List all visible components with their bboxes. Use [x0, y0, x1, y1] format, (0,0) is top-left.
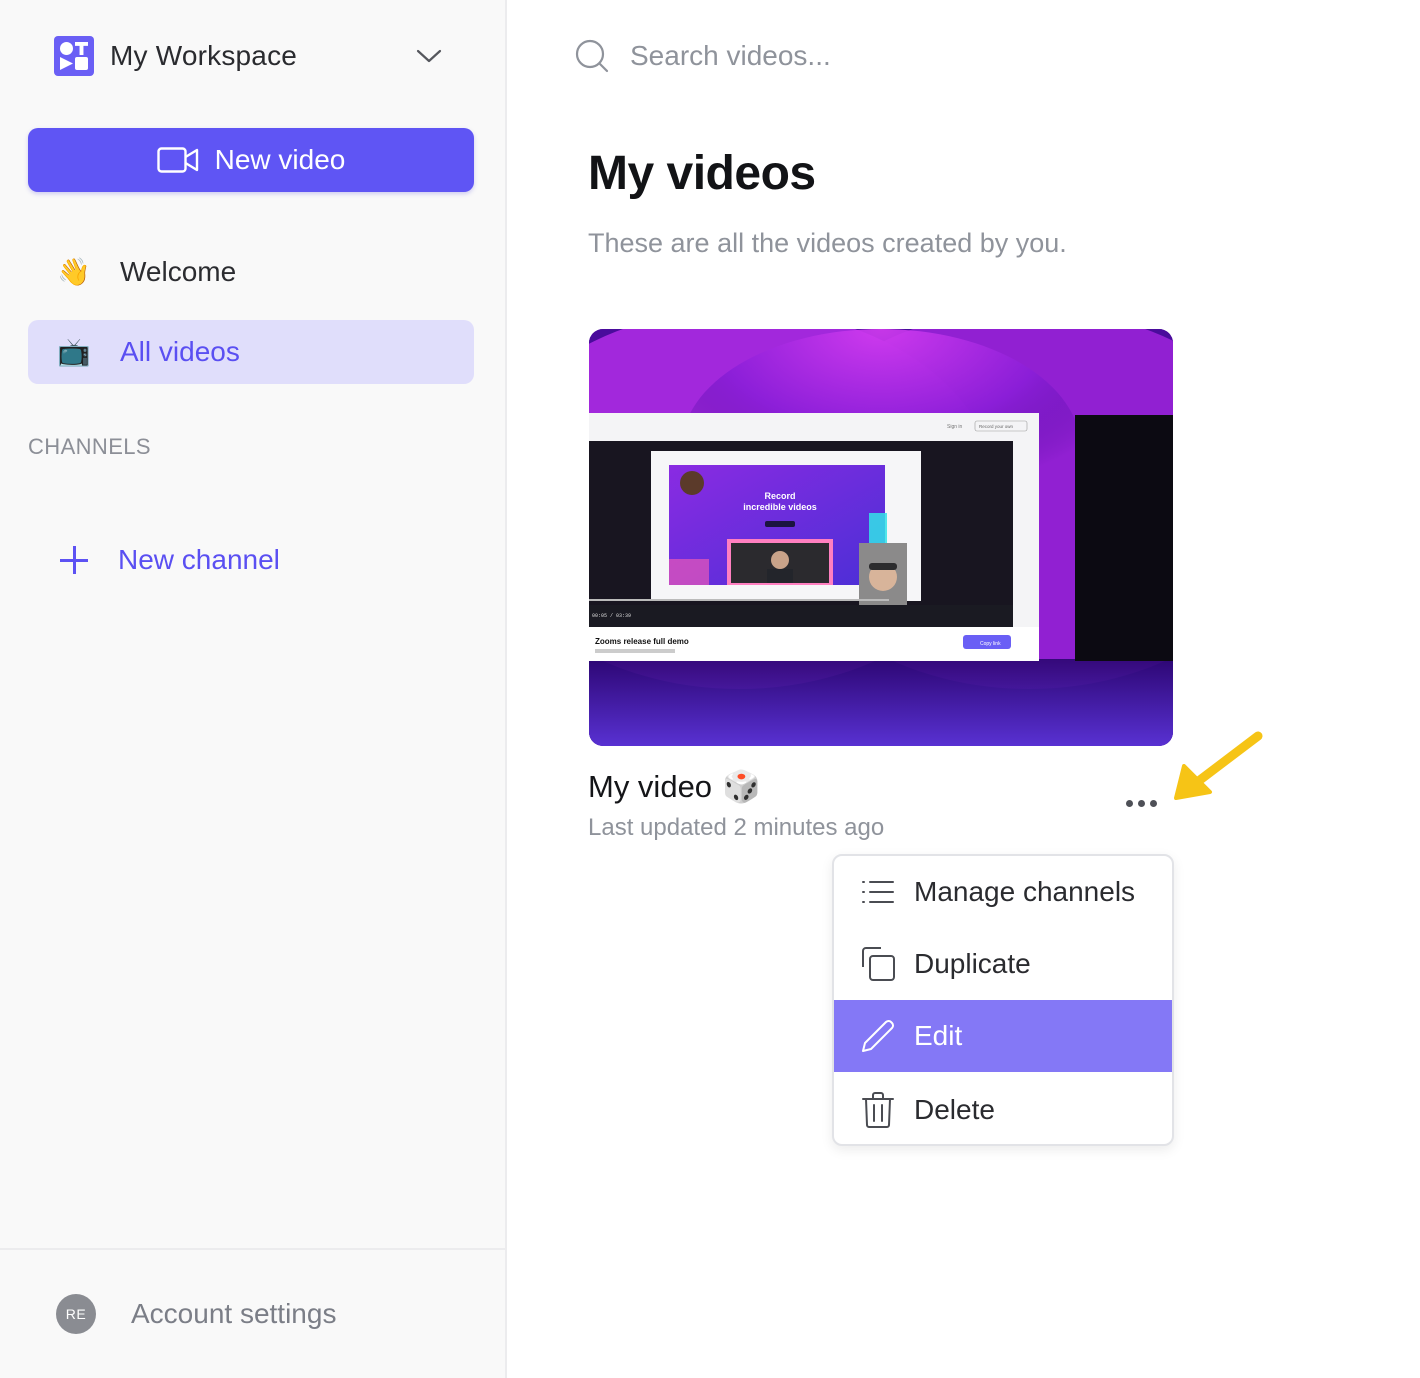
menu-item-edit[interactable]: Edit — [834, 1000, 1172, 1072]
duplicate-icon — [834, 945, 914, 983]
account-settings-link[interactable]: RE Account settings — [56, 1294, 336, 1334]
video-last-updated: Last updated 2 minutes ago — [588, 814, 885, 841]
new-video-label: New video — [214, 144, 346, 175]
thumb-caption: Zooms release full demo — [595, 637, 689, 646]
new-channel-label: New channel — [118, 544, 280, 575]
search-bar — [574, 36, 1174, 76]
page-title: My videos — [588, 147, 816, 200]
menu-item-label: Manage channels — [914, 876, 1136, 907]
pencil-icon — [834, 1017, 914, 1055]
sidebar-item-welcome[interactable]: 👋 Welcome — [28, 240, 474, 304]
search-input[interactable] — [630, 40, 1150, 72]
more-options-button[interactable] — [1118, 788, 1164, 818]
thumb-heading-2: incredible videos — [743, 502, 817, 512]
sidebar-footer: RE Account settings — [0, 1248, 505, 1378]
menu-item-delete[interactable]: Delete — [834, 1074, 1172, 1144]
menu-item-manage-channels[interactable]: Manage channels — [834, 856, 1172, 928]
video-context-menu: Manage channels Duplicate Edit Delete — [832, 854, 1174, 1146]
video-thumbnail[interactable]: Sign in Record your own Record incredibl… — [589, 329, 1173, 746]
television-icon: 📺 — [57, 336, 91, 367]
chevron-down-icon[interactable] — [416, 44, 442, 68]
dot — [1149, 799, 1157, 807]
list-icon — [834, 878, 914, 906]
video-camera-icon — [156, 147, 198, 173]
thumb-copy-link: Copy link — [980, 641, 1001, 647]
workspace-name: My Workspace — [110, 40, 298, 71]
dot — [1137, 799, 1145, 807]
new-video-button[interactable]: New video — [28, 128, 474, 192]
thumb-time: 00:05 / 03:39 — [592, 613, 631, 619]
menu-item-label: Edit — [914, 1020, 963, 1051]
trash-icon — [834, 1091, 914, 1129]
avatar: RE — [56, 1294, 96, 1334]
account-settings-label: Account settings — [131, 1298, 337, 1329]
sidebar: My Workspace New video 👋 Welcome 📺 All v… — [0, 0, 507, 1378]
sidebar-item-label: Welcome — [120, 256, 237, 287]
thumb-record-own: Record your own — [979, 424, 1014, 429]
video-title[interactable]: My video 🎲 — [588, 768, 761, 805]
waving-hand-icon: 👋 — [57, 256, 91, 287]
workspace-logo — [54, 36, 94, 76]
page-subtitle: These are all the videos created by you. — [588, 228, 1067, 258]
sidebar-item-all-videos[interactable]: 📺 All videos — [28, 320, 474, 384]
video-title-text: My video — [588, 768, 713, 804]
menu-item-label: Delete — [914, 1094, 995, 1125]
thumb-heading-1: Record — [764, 491, 795, 501]
new-channel-button[interactable]: New channel — [56, 538, 280, 582]
annotation-arrow-icon — [1174, 731, 1263, 800]
workspace-switcher[interactable]: My Workspace — [54, 36, 454, 76]
menu-item-duplicate[interactable]: Duplicate — [834, 928, 1172, 1000]
dot — [1125, 799, 1133, 807]
plus-icon — [56, 542, 92, 578]
dice-icon: 🎲 — [722, 769, 761, 804]
search-icon — [575, 39, 609, 73]
channels-heading: CHANNELS — [28, 434, 152, 459]
menu-item-label: Duplicate — [914, 948, 1031, 979]
thumb-sign-in: Sign in — [947, 424, 963, 430]
sidebar-item-label: All videos — [120, 336, 240, 367]
video-thumbnail-image: Sign in Record your own Record incredibl… — [589, 329, 1173, 746]
